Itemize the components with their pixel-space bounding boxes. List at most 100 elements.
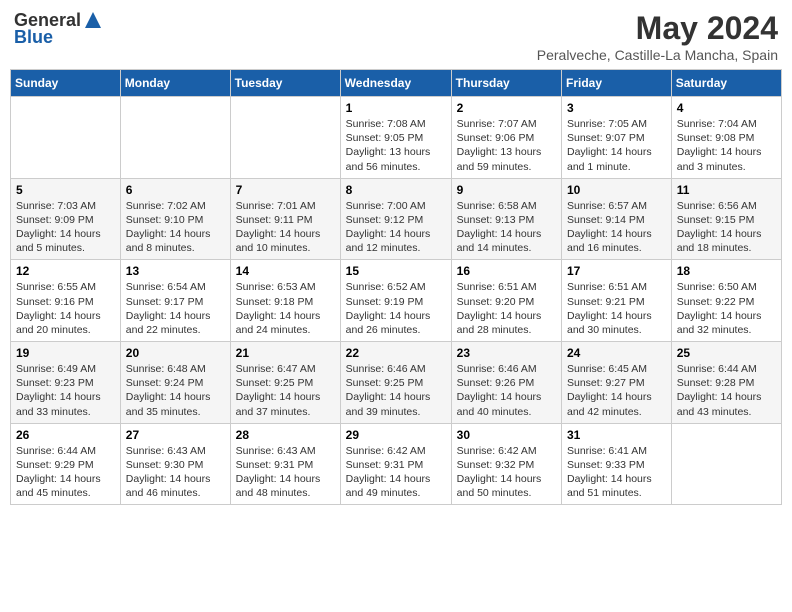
day-info: Sunrise: 6:42 AM Sunset: 9:31 PM Dayligh… [346, 444, 446, 501]
calendar-cell: 23 Sunrise: 6:46 AM Sunset: 9:26 PM Dayli… [451, 342, 561, 424]
day-number: 24 [567, 346, 666, 360]
day-number: 9 [457, 183, 556, 197]
day-number: 22 [346, 346, 446, 360]
logo-blue-text: Blue [14, 27, 53, 48]
day-info: Sunrise: 7:00 AM Sunset: 9:12 PM Dayligh… [346, 199, 446, 256]
weekday-header-monday: Monday [120, 70, 230, 97]
calendar-cell: 21 Sunrise: 6:47 AM Sunset: 9:25 PM Dayli… [230, 342, 340, 424]
calendar-week-row: 26 Sunrise: 6:44 AM Sunset: 9:29 PM Dayli… [11, 423, 782, 505]
day-number: 14 [236, 264, 335, 278]
day-number: 15 [346, 264, 446, 278]
weekday-header-saturday: Saturday [671, 70, 781, 97]
month-year-title: May 2024 [537, 10, 778, 47]
calendar-cell: 24 Sunrise: 6:45 AM Sunset: 9:27 PM Dayli… [562, 342, 672, 424]
day-number: 17 [567, 264, 666, 278]
calendar-cell: 25 Sunrise: 6:44 AM Sunset: 9:28 PM Dayli… [671, 342, 781, 424]
day-number: 28 [236, 428, 335, 442]
day-number: 1 [346, 101, 446, 115]
calendar-cell [120, 97, 230, 179]
day-number: 27 [126, 428, 225, 442]
calendar-cell: 26 Sunrise: 6:44 AM Sunset: 9:29 PM Dayli… [11, 423, 121, 505]
calendar-cell [11, 97, 121, 179]
calendar-cell: 29Sunrise: 6:42 AM Sunset: 9:31 PM Dayli… [340, 423, 451, 505]
day-number: 30 [457, 428, 556, 442]
calendar-cell: 1Sunrise: 7:08 AM Sunset: 9:05 PM Daylig… [340, 97, 451, 179]
calendar-cell: 11Sunrise: 6:56 AM Sunset: 9:15 PM Dayli… [671, 178, 781, 260]
calendar-cell: 19 Sunrise: 6:49 AM Sunset: 9:23 PM Dayli… [11, 342, 121, 424]
calendar-week-row: 19 Sunrise: 6:49 AM Sunset: 9:23 PM Dayli… [11, 342, 782, 424]
day-info: Sunrise: 6:49 AM Sunset: 9:23 PM Dayligh… [16, 362, 115, 419]
title-block: May 2024 Peralveche, Castille-La Mancha,… [537, 10, 778, 63]
weekday-header-wednesday: Wednesday [340, 70, 451, 97]
day-number: 23 [457, 346, 556, 360]
day-info: Sunrise: 7:05 AM Sunset: 9:07 PM Dayligh… [567, 117, 666, 174]
day-number: 16 [457, 264, 556, 278]
calendar-cell: 17 Sunrise: 6:51 AM Sunset: 9:21 PM Dayli… [562, 260, 672, 342]
day-info: Sunrise: 7:03 AM Sunset: 9:09 PM Dayligh… [16, 199, 115, 256]
calendar-cell [230, 97, 340, 179]
day-info: Sunrise: 6:51 AM Sunset: 9:21 PM Dayligh… [567, 280, 666, 337]
day-number: 25 [677, 346, 776, 360]
calendar-cell: 16 Sunrise: 6:51 AM Sunset: 9:20 PM Dayli… [451, 260, 561, 342]
calendar-cell: 15 Sunrise: 6:52 AM Sunset: 9:19 PM Dayli… [340, 260, 451, 342]
calendar-cell: 13 Sunrise: 6:54 AM Sunset: 9:17 PM Dayli… [120, 260, 230, 342]
day-info: Sunrise: 6:44 AM Sunset: 9:28 PM Dayligh… [677, 362, 776, 419]
day-number: 4 [677, 101, 776, 115]
day-number: 31 [567, 428, 666, 442]
calendar-cell: 3 Sunrise: 7:05 AM Sunset: 9:07 PM Daylig… [562, 97, 672, 179]
calendar-cell: 8 Sunrise: 7:00 AM Sunset: 9:12 PM Daylig… [340, 178, 451, 260]
day-number: 18 [677, 264, 776, 278]
calendar-cell: 10 Sunrise: 6:57 AM Sunset: 9:14 PM Dayli… [562, 178, 672, 260]
day-info: Sunrise: 6:43 AM Sunset: 9:31 PM Dayligh… [236, 444, 335, 501]
day-number: 19 [16, 346, 115, 360]
location-subtitle: Peralveche, Castille-La Mancha, Spain [537, 47, 778, 63]
weekday-header-friday: Friday [562, 70, 672, 97]
day-number: 13 [126, 264, 225, 278]
calendar-cell: 5 Sunrise: 7:03 AM Sunset: 9:09 PM Daylig… [11, 178, 121, 260]
day-info: Sunrise: 6:43 AM Sunset: 9:30 PM Dayligh… [126, 444, 225, 501]
day-info: Sunrise: 6:45 AM Sunset: 9:27 PM Dayligh… [567, 362, 666, 419]
day-info: Sunrise: 6:46 AM Sunset: 9:26 PM Dayligh… [457, 362, 556, 419]
weekday-header-row: SundayMondayTuesdayWednesdayThursdayFrid… [11, 70, 782, 97]
day-number: 6 [126, 183, 225, 197]
day-number: 10 [567, 183, 666, 197]
weekday-header-thursday: Thursday [451, 70, 561, 97]
day-number: 3 [567, 101, 666, 115]
calendar-cell: 9 Sunrise: 6:58 AM Sunset: 9:13 PM Daylig… [451, 178, 561, 260]
calendar-cell [671, 423, 781, 505]
day-number: 11 [677, 183, 776, 197]
calendar-cell: 27 Sunrise: 6:43 AM Sunset: 9:30 PM Dayli… [120, 423, 230, 505]
day-number: 7 [236, 183, 335, 197]
calendar-week-row: 5 Sunrise: 7:03 AM Sunset: 9:09 PM Daylig… [11, 178, 782, 260]
day-info: Sunrise: 6:44 AM Sunset: 9:29 PM Dayligh… [16, 444, 115, 501]
calendar-cell: 22Sunrise: 6:46 AM Sunset: 9:25 PM Dayli… [340, 342, 451, 424]
weekday-header-tuesday: Tuesday [230, 70, 340, 97]
calendar-cell: 6 Sunrise: 7:02 AM Sunset: 9:10 PM Daylig… [120, 178, 230, 260]
day-info: Sunrise: 6:57 AM Sunset: 9:14 PM Dayligh… [567, 199, 666, 256]
day-info: Sunrise: 6:47 AM Sunset: 9:25 PM Dayligh… [236, 362, 335, 419]
logo: General Blue [14, 10, 103, 48]
day-info: Sunrise: 6:58 AM Sunset: 9:13 PM Dayligh… [457, 199, 556, 256]
day-info: Sunrise: 6:48 AM Sunset: 9:24 PM Dayligh… [126, 362, 225, 419]
calendar-cell: 7Sunrise: 7:01 AM Sunset: 9:11 PM Daylig… [230, 178, 340, 260]
day-number: 21 [236, 346, 335, 360]
day-info: Sunrise: 6:53 AM Sunset: 9:18 PM Dayligh… [236, 280, 335, 337]
calendar-cell: 14 Sunrise: 6:53 AM Sunset: 9:18 PM Dayli… [230, 260, 340, 342]
day-number: 8 [346, 183, 446, 197]
day-info: Sunrise: 6:54 AM Sunset: 9:17 PM Dayligh… [126, 280, 225, 337]
day-info: Sunrise: 6:50 AM Sunset: 9:22 PM Dayligh… [677, 280, 776, 337]
logo-icon [83, 10, 103, 30]
calendar-table: SundayMondayTuesdayWednesdayThursdayFrid… [10, 69, 782, 505]
calendar-cell: 4Sunrise: 7:04 AM Sunset: 9:08 PM Daylig… [671, 97, 781, 179]
calendar-cell: 31Sunrise: 6:41 AM Sunset: 9:33 PM Dayli… [562, 423, 672, 505]
day-number: 26 [16, 428, 115, 442]
day-info: Sunrise: 7:02 AM Sunset: 9:10 PM Dayligh… [126, 199, 225, 256]
day-info: Sunrise: 6:51 AM Sunset: 9:20 PM Dayligh… [457, 280, 556, 337]
day-number: 5 [16, 183, 115, 197]
day-number: 2 [457, 101, 556, 115]
page-header: General Blue May 2024 Peralveche, Castil… [10, 10, 782, 63]
day-info: Sunrise: 6:52 AM Sunset: 9:19 PM Dayligh… [346, 280, 446, 337]
day-info: Sunrise: 6:55 AM Sunset: 9:16 PM Dayligh… [16, 280, 115, 337]
calendar-cell: 12Sunrise: 6:55 AM Sunset: 9:16 PM Dayli… [11, 260, 121, 342]
calendar-cell: 28 Sunrise: 6:43 AM Sunset: 9:31 PM Dayli… [230, 423, 340, 505]
